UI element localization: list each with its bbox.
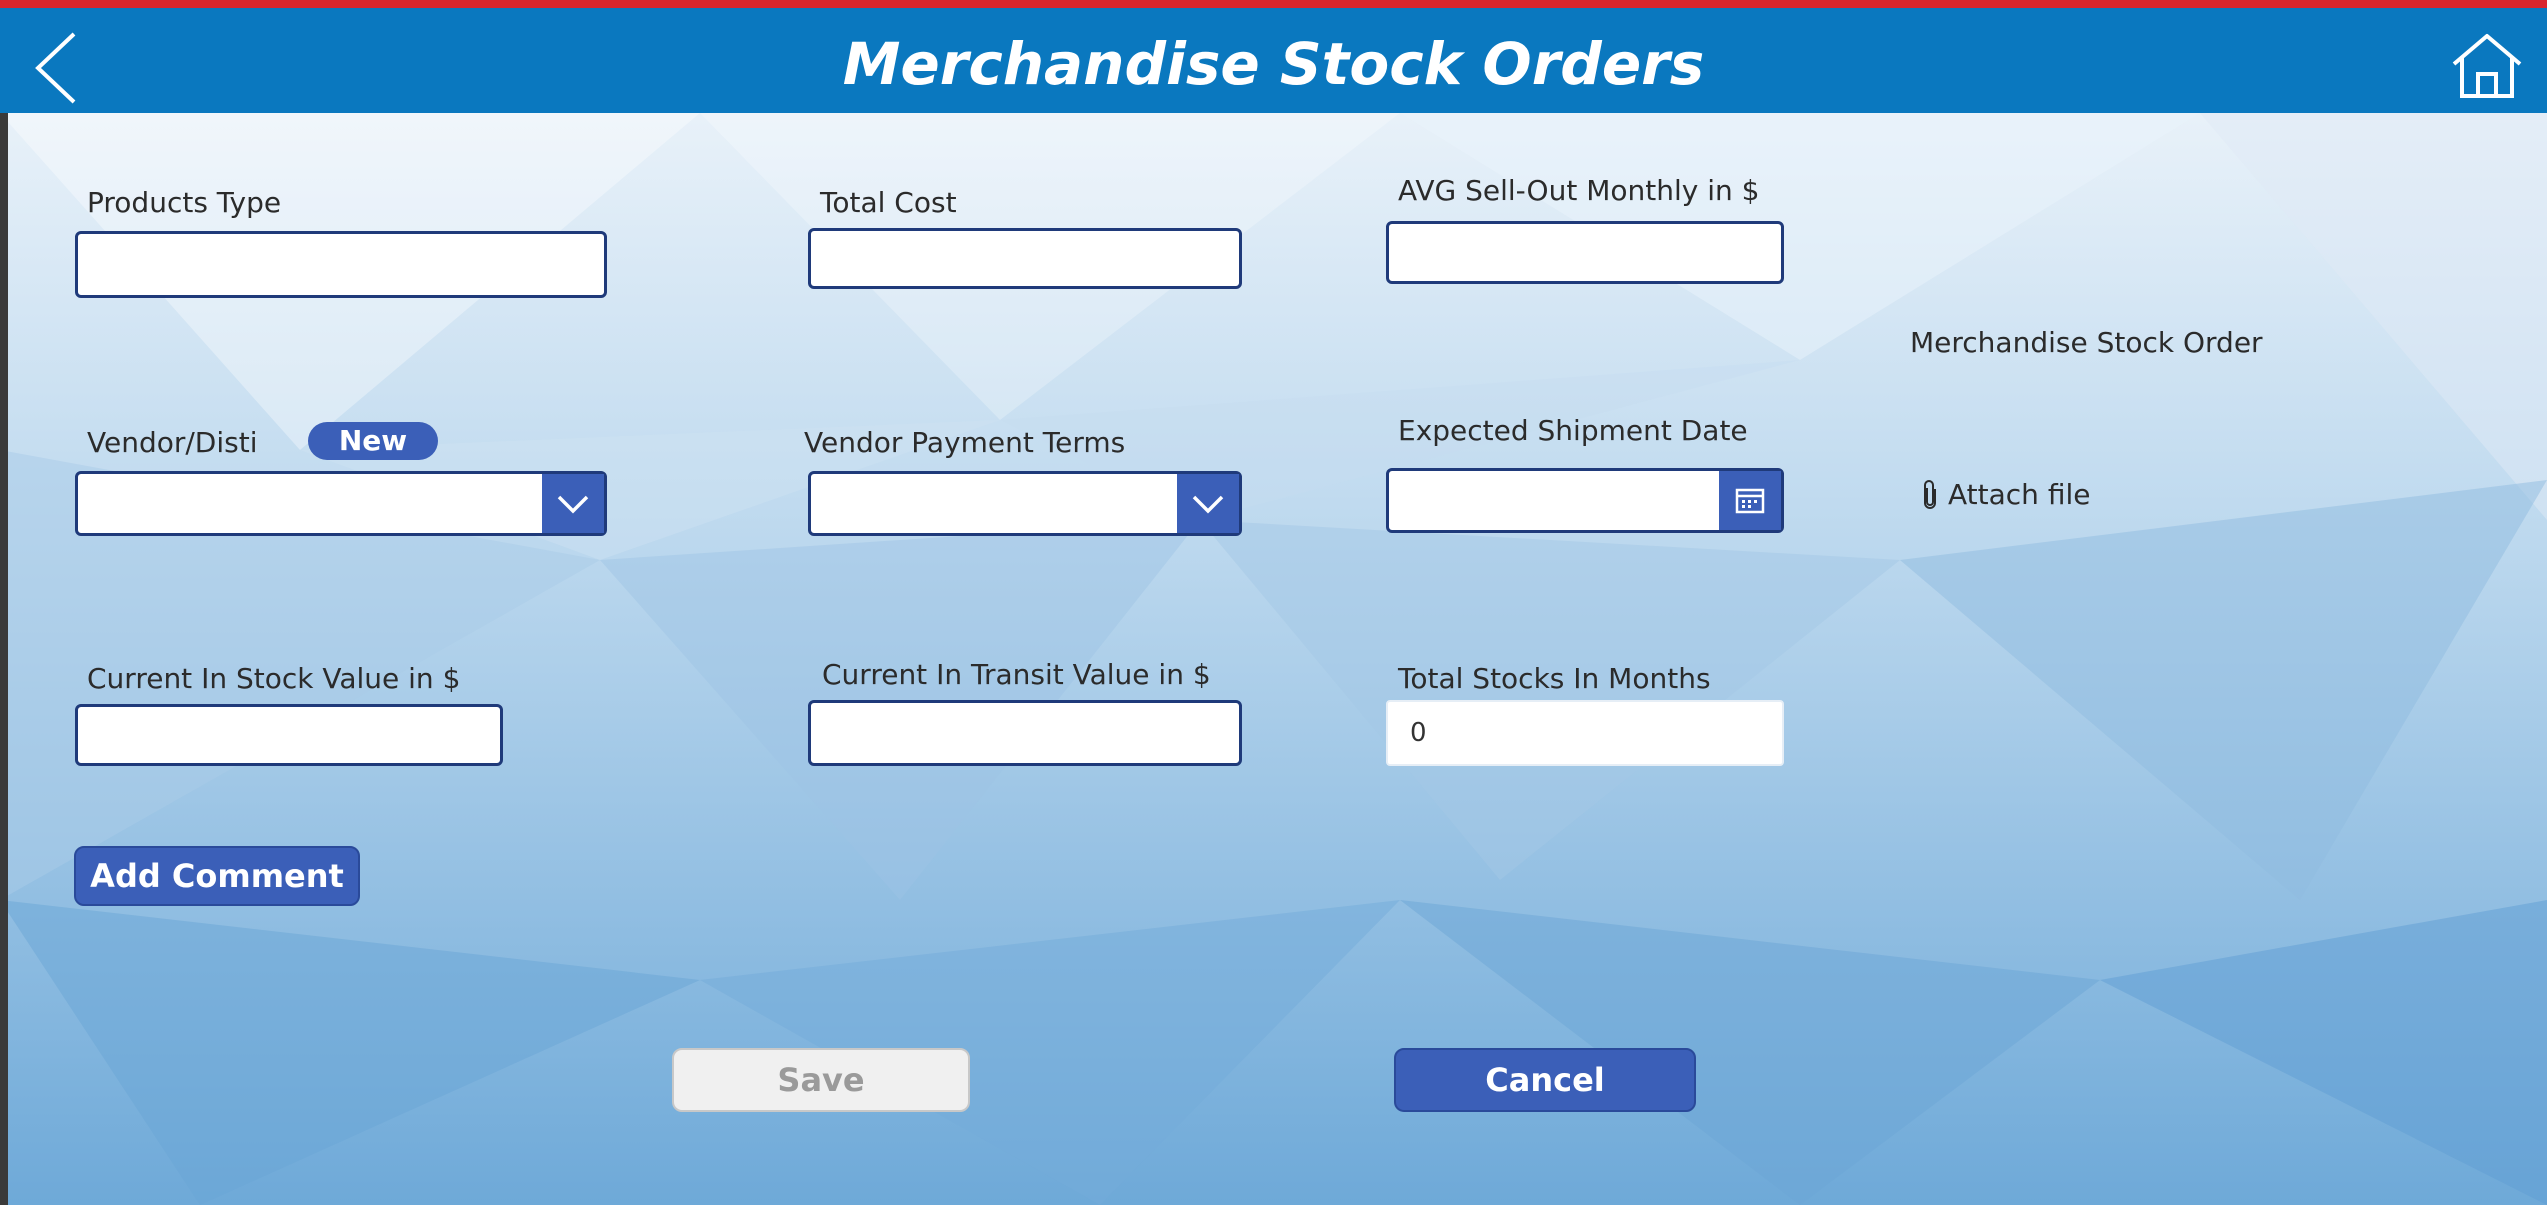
save-button[interactable]: Save [672,1048,970,1112]
current-in-stock-input[interactable] [75,704,503,766]
vendor-payment-terms-label: Vendor Payment Terms [804,426,1126,459]
date-picker-button[interactable] [1719,471,1781,530]
current-in-transit-label: Current In Transit Value in $ [822,658,1211,691]
total-stocks-months-value: 0 [1410,718,1427,748]
total-stocks-months-field: 0 [1386,700,1784,766]
chevron-down-icon [1192,495,1224,513]
products-type-label: Products Type [87,186,282,219]
home-icon [2452,34,2522,98]
vendor-disti-dropdown-toggle[interactable] [542,474,604,533]
products-type-input[interactable] [75,231,607,298]
current-in-stock-label: Current In Stock Value in $ [87,662,461,695]
total-cost-label: Total Cost [820,186,957,219]
attach-file-button[interactable]: Attach file [1922,478,2090,511]
attach-file-label: Attach file [1948,478,2091,511]
paperclip-icon [1924,479,1936,509]
avg-sell-out-input[interactable] [1386,221,1784,284]
calendar-icon [1735,488,1765,513]
total-cost-input[interactable] [808,228,1242,289]
new-vendor-badge[interactable]: New [308,422,438,460]
home-button[interactable] [2448,30,2526,102]
vendor-payment-terms-dropdown-toggle[interactable] [1177,474,1239,533]
chevron-down-icon [557,495,589,513]
page-title: Merchandise Stock Orders [842,30,1705,98]
current-in-transit-input[interactable] [808,700,1242,766]
cancel-button[interactable]: Cancel [1394,1048,1696,1112]
avg-sell-out-label: AVG Sell-Out Monthly in $ [1398,174,1760,207]
vendor-disti-label: Vendor/Disti [87,426,258,459]
expected-shipment-date-label: Expected Shipment Date [1398,414,1748,447]
expected-shipment-date-input[interactable] [1386,468,1784,533]
vendor-payment-terms-dropdown[interactable] [808,471,1242,536]
top-accent-bar [0,0,2547,8]
add-comment-button[interactable]: Add Comment [74,846,360,906]
app-header: Merchandise Stock Orders [0,8,2547,113]
total-stocks-months-label: Total Stocks In Months [1398,662,1711,695]
left-border [0,113,8,1205]
attachments-label: Merchandise Stock Order [1910,326,2263,359]
vendor-disti-dropdown[interactable] [75,471,607,536]
background-pattern [0,0,2547,1205]
